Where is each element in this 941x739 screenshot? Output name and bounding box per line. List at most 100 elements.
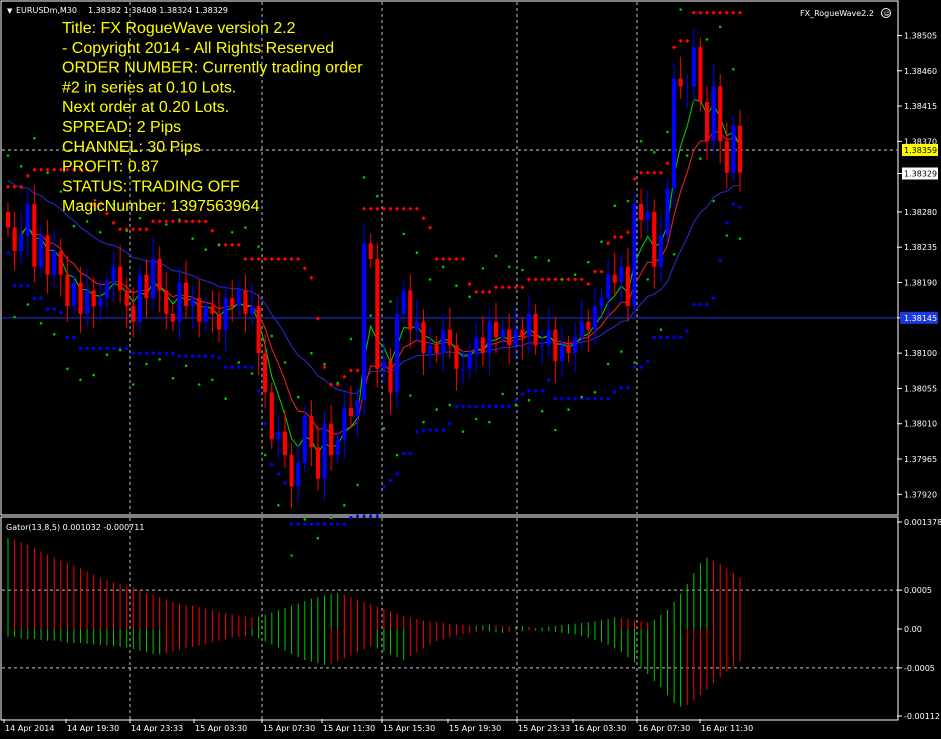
- candle-body-86: [573, 337, 578, 354]
- candle-body-61: [408, 290, 413, 330]
- sar-dot-79: [527, 398, 531, 402]
- sar-dot-109: [725, 234, 729, 237]
- sar-dot-11: [79, 378, 82, 382]
- sar-dot-12: [85, 220, 89, 223]
- candle-body-4: [32, 204, 37, 267]
- trading-chart[interactable]: 1.38505 1.38460 1.38415 1.38370 1.38329 1.382…: [0, 0, 941, 735]
- sar-dot-19: [132, 383, 135, 386]
- sar-dot-92: [613, 204, 616, 207]
- candle-body-34: [230, 298, 235, 306]
- sar-dot-86: [573, 273, 577, 277]
- sar-dot-0: [6, 154, 10, 157]
- candle-body-92: [612, 274, 617, 283]
- candle-body-84: [559, 345, 564, 361]
- sar-dot-88: [587, 260, 590, 264]
- sar-dot-70: [468, 295, 471, 299]
- sar-dot-97: [646, 278, 649, 281]
- candle-body-62: [414, 321, 419, 330]
- candle-body-33: [223, 298, 228, 330]
- sar-dot-68: [455, 284, 458, 288]
- overlay-line-1: - Copyright 2014 - All Rights Reserved: [62, 40, 334, 57]
- channel-level-label: 1.38145: [904, 314, 937, 323]
- time-tick-label-10: 16 Apr 07:30: [638, 724, 690, 733]
- candle-body-5: [38, 235, 43, 267]
- candle-body-16: [111, 266, 116, 283]
- sar-dot-35: [237, 361, 241, 364]
- gator-tick-label-1: 0.0005: [904, 586, 932, 595]
- sar-dot-6: [46, 171, 49, 174]
- sar-dot-63: [422, 420, 425, 424]
- sar-dot-46: [310, 351, 313, 355]
- candle-body-102: [678, 78, 683, 87]
- candle-body-51: [342, 408, 347, 440]
- time-tick-label-3: 15 Apr 03:30: [195, 724, 247, 733]
- candle-body-88: [586, 321, 591, 330]
- symbol-menu-icon[interactable]: ▼: [7, 7, 13, 15]
- sar-dot-26: [178, 218, 181, 222]
- sar-dot-101: [672, 253, 676, 256]
- candle-body-108: [718, 86, 723, 142]
- candle-body-96: [639, 204, 644, 220]
- sar-dot-45: [303, 518, 307, 521]
- price-tick-label-2: 1.38415: [904, 102, 937, 111]
- gator-tick-label-0: 0.001378: [904, 518, 941, 527]
- sar-dot-14: [99, 231, 102, 234]
- sar-dot-74: [494, 254, 498, 258]
- candle-body-110: [731, 125, 736, 173]
- current-price-label: 1.38359: [904, 146, 937, 155]
- candle-body-101: [672, 78, 677, 189]
- candle-body-32: [217, 313, 222, 330]
- sar-dot-1: [13, 315, 16, 319]
- price-tick-label-12: 1.37965: [904, 455, 937, 464]
- sar-dot-54: [362, 176, 366, 179]
- price-tick-label-5: 1.38280: [904, 208, 937, 217]
- candle-body-20: [137, 274, 142, 322]
- candle-body-10: [71, 282, 76, 306]
- candle-body-97: [645, 211, 650, 220]
- sar-dot-2: [19, 165, 23, 168]
- candle-body-56: [375, 259, 380, 369]
- candle-body-30: [203, 306, 208, 322]
- candle-body-22: [151, 259, 156, 299]
- sar-dot-33: [224, 397, 227, 400]
- sar-dot-56: [376, 194, 379, 198]
- sar-dot-93: [620, 350, 623, 353]
- candle-body-6: [45, 235, 50, 275]
- symbol-ohlc: 1.38382 1.38408 1.38324 1.38329: [88, 6, 228, 15]
- candle-body-94: [625, 266, 630, 306]
- sar-dot-50: [336, 381, 340, 385]
- overlay-line-5: SPREAD: 2 Pips: [62, 119, 181, 136]
- candle-body-67: [447, 329, 452, 346]
- sar-dot-4: [33, 136, 36, 140]
- sar-dot-106: [705, 38, 709, 41]
- candle-body-76: [507, 329, 512, 346]
- price-tick-label-9: 1.38100: [904, 349, 937, 358]
- candle-body-82: [546, 329, 551, 346]
- price-tick-label-0: 1.38505: [904, 31, 937, 40]
- candle-body-68: [454, 345, 459, 369]
- sar-dot-58: [389, 300, 392, 303]
- candle-body-48: [322, 423, 327, 479]
- sar-dot-100: [666, 130, 669, 134]
- candle-body-36: [243, 290, 248, 314]
- candle-body-103: [685, 86, 690, 88]
- chart-canvas[interactable]: 1.385051.384601.384151.383701.383291.382…: [0, 0, 941, 735]
- candle-body-87: [579, 321, 584, 338]
- candle-body-72: [480, 337, 485, 354]
- candle-body-9: [65, 274, 70, 307]
- sar-dot-69: [461, 430, 465, 433]
- candle-body-35: [236, 290, 241, 307]
- sar-dot-64: [428, 278, 432, 281]
- sar-dot-81: [540, 409, 544, 413]
- candle-body-77: [513, 329, 518, 346]
- overlay-line-3: #2 in series at 0.10 Lots.: [62, 79, 236, 96]
- sar-dot-95: [633, 361, 636, 364]
- sar-dot-84: [560, 278, 564, 281]
- sar-dot-98: [653, 151, 656, 154]
- overlay-line-9: MagicNumber: 1397563964: [62, 198, 260, 215]
- sar-dot-87: [580, 395, 583, 399]
- candle-body-3: [25, 204, 30, 236]
- candle-body-100: [665, 188, 670, 236]
- candle-body-66: [441, 329, 446, 354]
- smiley-face-icon: ☺: [884, 11, 890, 18]
